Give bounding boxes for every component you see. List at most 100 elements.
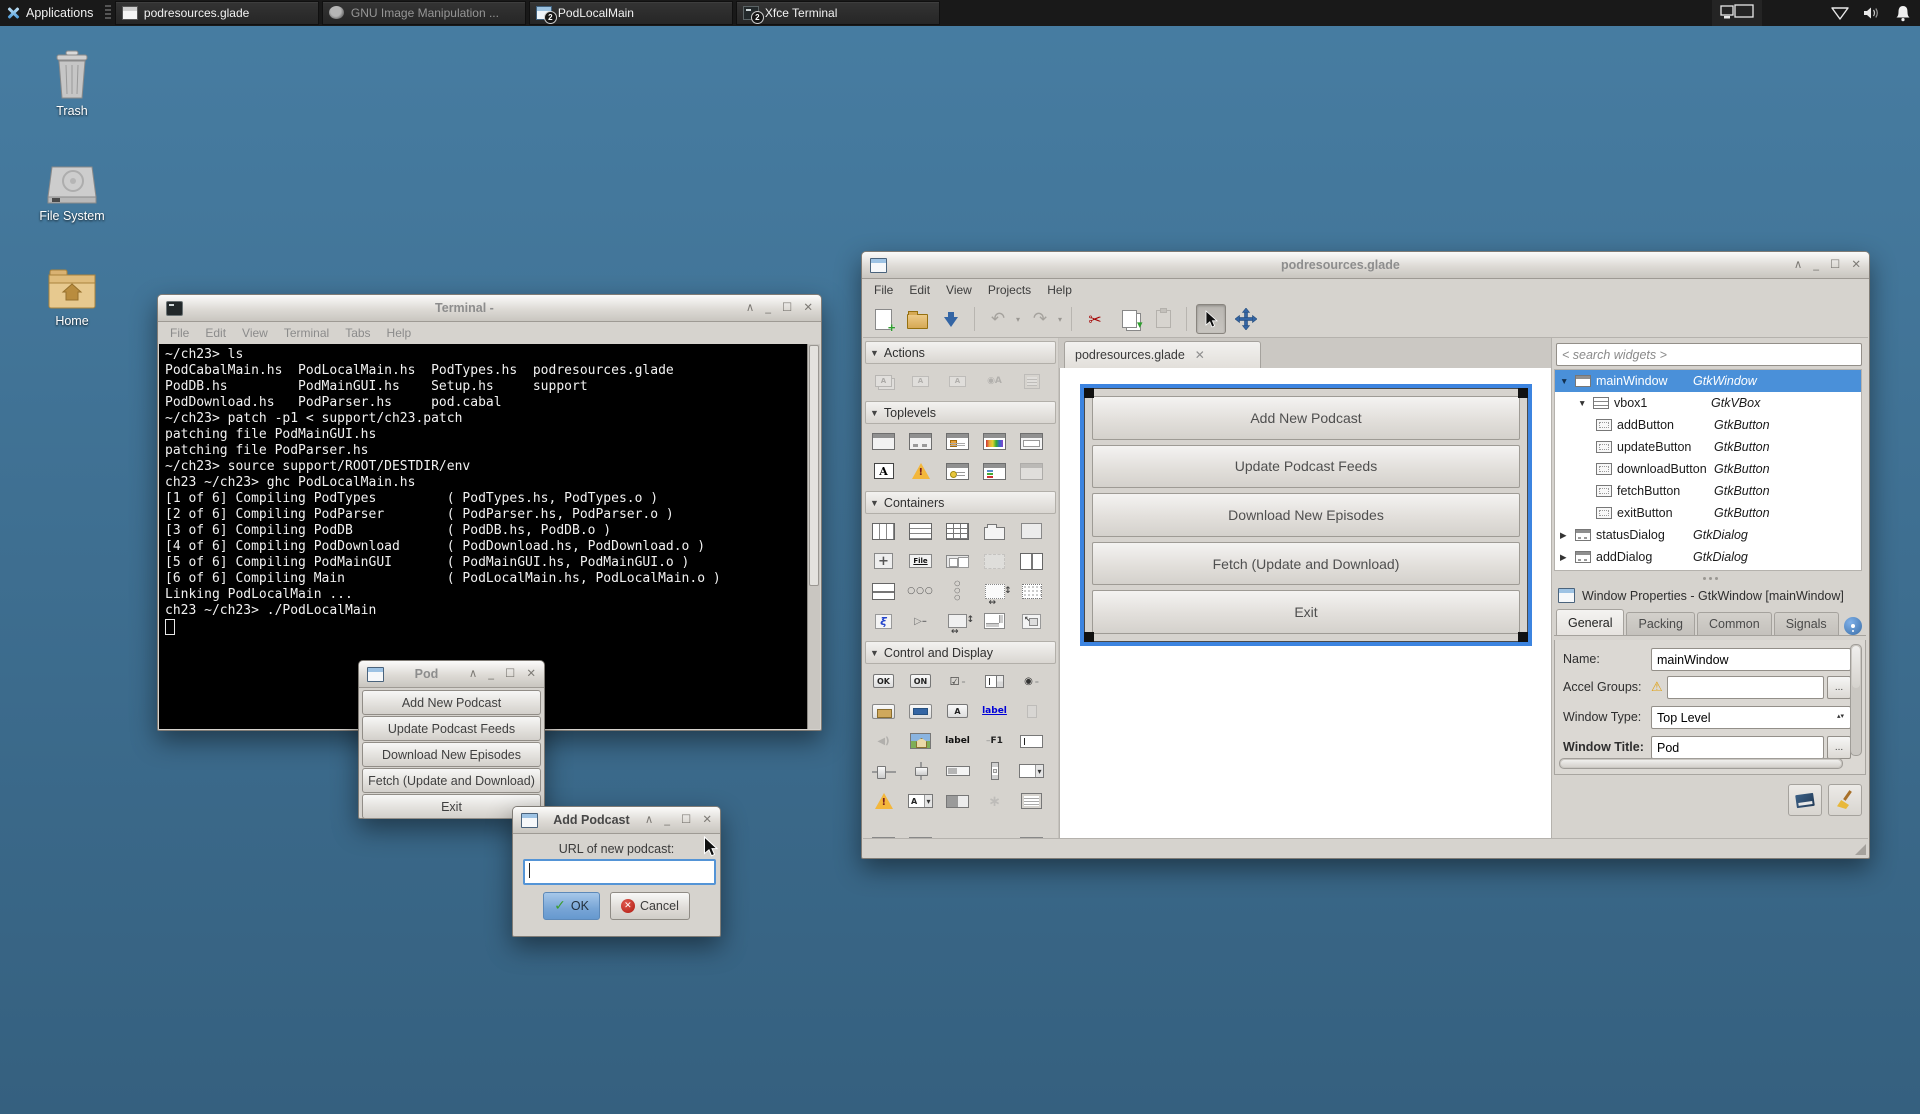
- minimize-button[interactable]: _: [664, 814, 670, 826]
- palette-item-check-button[interactable]: [939, 666, 976, 696]
- palette-item-table[interactable]: [939, 516, 976, 546]
- wifi-icon[interactable]: [1830, 5, 1850, 21]
- close-button[interactable]: ✕: [702, 814, 712, 826]
- palette-section-header[interactable]: ▼Control and Display: [865, 641, 1056, 664]
- tree-row-fetchButton[interactable]: fetchButtonGtkButton: [1555, 480, 1861, 502]
- tab-general[interactable]: General: [1556, 609, 1624, 635]
- save-project-button[interactable]: [937, 305, 965, 333]
- tree-row-downloadButton[interactable]: downloadButtonGtkButton: [1555, 458, 1861, 480]
- palette-item-dialog[interactable]: [902, 426, 939, 456]
- palette-item-action-group[interactable]: [1013, 366, 1050, 396]
- ok-button[interactable]: ✓OK: [543, 892, 600, 920]
- palette-item-viewport[interactable]: [1013, 576, 1050, 606]
- palette-item-hpaned[interactable]: [1013, 546, 1050, 576]
- menu-file[interactable]: File: [866, 281, 901, 299]
- palette-item-font-selection-dialog[interactable]: A: [865, 456, 902, 486]
- close-button[interactable]: ✕: [1851, 259, 1861, 271]
- palette-item-label[interactable]: label: [939, 726, 976, 756]
- tab-signals[interactable]: Signals: [1774, 612, 1839, 635]
- close-button[interactable]: ✕: [526, 668, 536, 680]
- palette-item-file-chooser-dialog[interactable]: [1013, 426, 1050, 456]
- glade-titlebar[interactable]: podresources.glade ∧ _ ☐ ✕: [862, 252, 1869, 279]
- palette-item-accel-label[interactable]: F1: [976, 726, 1013, 756]
- scrollbar-thumb[interactable]: [809, 345, 819, 586]
- terminal-scrollbar[interactable]: [807, 344, 820, 729]
- palette-item-scale-button[interactable]: [1013, 696, 1050, 726]
- desktop-icon-home[interactable]: Home: [20, 268, 124, 328]
- palette-item-color-selection-dialog[interactable]: [976, 426, 1013, 456]
- desktop-icon-file-system[interactable]: File System: [20, 165, 124, 223]
- name-field[interactable]: [1651, 648, 1851, 671]
- palette-item-hscale[interactable]: [865, 756, 902, 786]
- menu-projects[interactable]: Projects: [980, 281, 1039, 299]
- palette-item-spinner[interactable]: ∗: [976, 786, 1013, 816]
- palette-item-scrolled-window[interactable]: [976, 576, 1013, 606]
- menu-terminal[interactable]: Terminal: [276, 324, 337, 342]
- pod-button[interactable]: Download New Episodes: [362, 742, 541, 767]
- palette-item-fixed[interactable]: +: [865, 546, 902, 576]
- expander-icon[interactable]: ▶: [1560, 552, 1575, 563]
- palette-item-font-button[interactable]: A: [939, 696, 976, 726]
- palette-item-toolbar[interactable]: [939, 546, 976, 576]
- undo-button[interactable]: ↶: [984, 305, 1012, 333]
- palette-item-recent-action[interactable]: ◉A: [976, 366, 1013, 396]
- tree-row-vbox1[interactable]: ▼vbox1GtkVBox: [1555, 392, 1861, 414]
- window-type-select[interactable]: Top Level: [1651, 706, 1851, 729]
- palette-item-spin-button[interactable]: [976, 666, 1013, 696]
- palette-item-text-view[interactable]: [1013, 786, 1050, 816]
- palette-item-notebook[interactable]: [976, 516, 1013, 546]
- open-project-button[interactable]: [903, 305, 931, 333]
- taskbar-item-glade[interactable]: podresources.glade: [115, 1, 319, 25]
- palette-item-file-chooser-button[interactable]: [865, 696, 902, 726]
- palette-item-color-button[interactable]: [902, 696, 939, 726]
- accel-groups-field[interactable]: [1667, 676, 1824, 699]
- palette-item-about-dialog[interactable]: [939, 456, 976, 486]
- panel-grip[interactable]: [105, 5, 111, 21]
- menu-file[interactable]: File: [162, 324, 197, 342]
- design-button[interactable]: Download New Episodes: [1092, 493, 1520, 537]
- palette-item-alignment[interactable]: [1013, 606, 1050, 636]
- palette-item-expander[interactable]: ξ: [865, 606, 902, 636]
- maximize-button[interactable]: ☐: [782, 302, 792, 314]
- selection-handle[interactable]: [1518, 632, 1528, 642]
- paste-button[interactable]: [1149, 305, 1177, 333]
- maximize-button[interactable]: ☐: [681, 814, 691, 826]
- pod-titlebar[interactable]: Pod ∧ _ ☐ ✕: [359, 661, 544, 688]
- palette-item-progress-bar[interactable]: [939, 756, 976, 786]
- taskbar-item-podlocalmain[interactable]: 2 PodLocalMain: [529, 1, 733, 25]
- palette-item-frame[interactable]: [1013, 516, 1050, 546]
- palette-section-header[interactable]: ▼Toplevels: [865, 401, 1056, 424]
- palette-item-toggle-action[interactable]: A: [902, 366, 939, 396]
- palette-item-window[interactable]: [865, 426, 902, 456]
- redo-button[interactable]: ↷: [1026, 305, 1054, 333]
- palette-item-offscreen-window[interactable]: [1013, 456, 1050, 486]
- pod-button[interactable]: Update Podcast Feeds: [362, 716, 541, 741]
- tab-common[interactable]: Common: [1697, 612, 1772, 635]
- selector-tool-button[interactable]: [1196, 304, 1226, 334]
- palette-item-info-bar[interactable]: [865, 786, 902, 816]
- design-button[interactable]: Add New Podcast: [1092, 396, 1520, 440]
- shade-button[interactable]: ∧: [645, 814, 653, 826]
- palette-item-toggle-button[interactable]: ON: [902, 666, 939, 696]
- menu-view[interactable]: View: [234, 324, 276, 342]
- palette-item-aspect-frame[interactable]: [939, 606, 976, 636]
- selection-handle[interactable]: [1084, 632, 1094, 642]
- palette-item-radio-button[interactable]: [1013, 666, 1050, 696]
- shade-button[interactable]: ∧: [746, 302, 754, 314]
- tree-row-addButton[interactable]: addButtonGtkButton: [1555, 414, 1861, 436]
- palette-item-vscale[interactable]: [902, 756, 939, 786]
- menu-edit[interactable]: Edit: [901, 281, 938, 299]
- palette-item-vbuttonbox[interactable]: ○○○: [939, 576, 976, 606]
- palette-item-clipped-5[interactable]: [1013, 816, 1050, 839]
- palette-item-button[interactable]: OK: [865, 666, 902, 696]
- new-project-button[interactable]: [869, 305, 897, 333]
- palette-item-image[interactable]: [902, 726, 939, 756]
- resize-grip[interactable]: [1855, 844, 1866, 855]
- notifications-icon[interactable]: [1894, 5, 1912, 22]
- volume-icon[interactable]: [1862, 5, 1882, 21]
- menu-help[interactable]: Help: [379, 324, 420, 342]
- properties-vscrollbar[interactable]: [1850, 644, 1862, 756]
- palette-item-layout[interactable]: [976, 606, 1013, 636]
- palette-item-clipped-2[interactable]: [902, 816, 939, 839]
- window-title-more-button[interactable]: ...: [1827, 736, 1851, 759]
